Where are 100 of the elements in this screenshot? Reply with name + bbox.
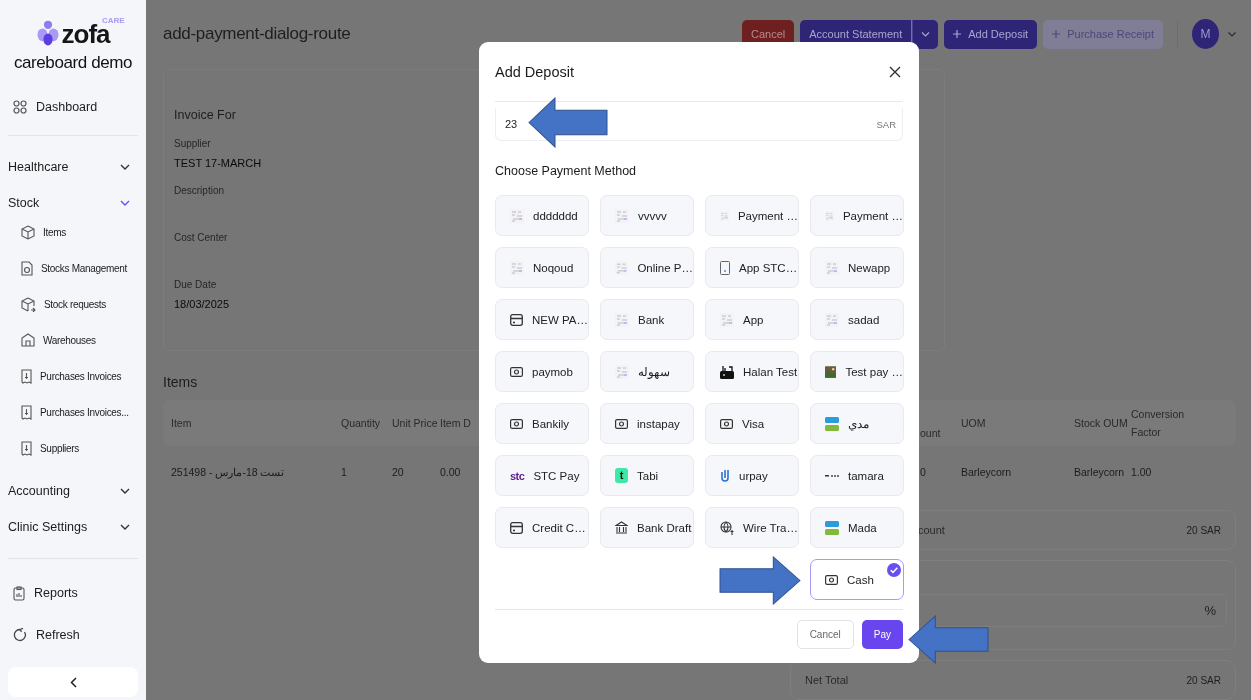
box-icon — [21, 224, 35, 240]
payment-method-option[interactable]: vvvvv — [600, 195, 694, 236]
organization-name: careboard demo — [12, 53, 134, 73]
page-title: add-payment-dialog-route — [163, 24, 351, 45]
logo-thumbnail-icon — [615, 208, 629, 223]
sidebar-group[interactable]: Clinic Settings — [8, 516, 138, 538]
column-header: Stock OUM — [1074, 416, 1129, 432]
sidebar-item[interactable]: Suppliers — [8, 438, 138, 458]
chevron-icon — [120, 488, 130, 494]
payment-method-option[interactable]: سهوله — [600, 351, 694, 392]
mada-logo-icon — [825, 416, 839, 431]
sidebar-group[interactable]: Healthcare — [8, 156, 138, 178]
cash-icon — [510, 418, 523, 429]
sidebar-item[interactable]: Stock requests — [8, 294, 138, 314]
column-header: Unit Price — [392, 416, 439, 432]
payment-method-option[interactable]: paymob — [495, 351, 589, 392]
payment-method-option[interactable]: Wire Tra… — [705, 507, 799, 548]
cash-icon — [825, 574, 838, 585]
sidebar-item[interactable]: Reports — [8, 583, 138, 603]
sidebar-group[interactable]: Accounting — [8, 480, 138, 502]
sidebar-item[interactable]: Refresh — [8, 625, 138, 645]
column-header: UOM — [961, 416, 987, 432]
payment-method-option[interactable]: Payment … — [705, 195, 799, 236]
payment-method-option[interactable]: App STC… — [705, 247, 799, 288]
payment-method-option[interactable]: Bankily — [495, 403, 589, 444]
payment-method-option[interactable]: Payment … — [810, 195, 904, 236]
building-icon — [21, 333, 35, 347]
sidebar-item[interactable]: Warehouses — [8, 330, 138, 350]
logo-tag: CARE — [102, 16, 125, 25]
logo-thumbnail-icon — [720, 312, 734, 327]
logo-thumbnail-icon — [510, 260, 524, 275]
sidebar-item[interactable]: Purchases Invoices — [8, 366, 138, 386]
payment-method-option[interactable]: Visa — [705, 403, 799, 444]
sidebar-item[interactable]: Dashboard — [8, 97, 138, 117]
summary-value: 20 SAR — [1186, 524, 1221, 536]
payment-method-option[interactable]: Bank Draft — [600, 507, 694, 548]
payment-method-option[interactable]: sadad — [810, 299, 904, 340]
checkmark-icon — [887, 563, 901, 577]
field-label: Cost Center — [174, 231, 229, 243]
field-label: Supplier — [174, 137, 212, 149]
avatar[interactable]: M — [1192, 19, 1219, 50]
table-cell-text: 1 — [341, 466, 348, 479]
table-cell-text: 1.00 — [1131, 466, 1153, 479]
payment-method-option[interactable]: Test pay … — [810, 351, 904, 392]
sidebar-item[interactable]: Items — [8, 222, 138, 242]
summary-label: Net Total — [805, 674, 849, 686]
summary-label: count — [918, 524, 945, 536]
chevron-icon — [120, 524, 130, 530]
add-deposit-button[interactable]: Add Deposit — [944, 19, 1038, 49]
payment-method-option[interactable]: instapay — [600, 403, 694, 444]
payment-method-option[interactable]: Bank — [600, 299, 694, 340]
sidebar-group[interactable]: Stock — [8, 192, 138, 214]
column-header: Item D — [440, 416, 472, 432]
payment-method-option[interactable]: Halan Test — [705, 351, 799, 392]
urpay-logo-icon — [720, 468, 730, 483]
payment-method-option[interactable]: Credit C… — [495, 507, 589, 548]
logo-thumbnail-icon — [615, 364, 629, 379]
field-label: Description — [174, 184, 226, 196]
globe-dollar-icon — [720, 520, 734, 535]
clipboard-icon — [13, 585, 25, 601]
chevron-icon — [120, 200, 130, 206]
payment-method-option[interactable]: مدي — [810, 403, 904, 444]
payment-method-option[interactable]: t Tabi — [600, 455, 694, 496]
table-cell-text: 251498 - تست 18-مارس — [171, 466, 286, 479]
sidebar-item[interactable]: Stocks Management — [8, 258, 138, 278]
payment-method-option[interactable]: Noqoud — [495, 247, 589, 288]
payment-method-option[interactable]: App — [705, 299, 799, 340]
payment-method-option[interactable]: Newapp — [810, 247, 904, 288]
table-cell-text: 0.00 — [440, 466, 462, 479]
payment-method-option[interactable]: Mada — [810, 507, 904, 548]
field-value: TEST 17-MARCH — [174, 156, 263, 169]
cash-icon — [615, 418, 628, 429]
cash-icon — [720, 418, 733, 429]
cancel-button[interactable]: Cancel — [796, 620, 854, 649]
dots-logo-icon — [825, 472, 839, 479]
chevron-left-icon — [69, 676, 77, 688]
column-header: Conversion Factor — [1131, 407, 1186, 441]
chevron-icon — [921, 31, 931, 37]
cash-icon — [510, 366, 523, 377]
logo-thumbnail-icon — [510, 208, 524, 223]
field-value: 18/03/2025 — [174, 297, 231, 310]
payment-method-option[interactable]: NEW PA… — [495, 299, 589, 340]
payment-method-option[interactable]: Cash — [810, 559, 904, 600]
column-header: Quantity — [341, 416, 382, 432]
pay-button[interactable]: Pay — [861, 620, 903, 649]
logo-text: zofa — [61, 22, 110, 46]
field-label: Due Date — [174, 278, 218, 290]
plus-icon — [1052, 30, 1061, 39]
dropdown-button[interactable] — [912, 19, 939, 49]
payment-method-option[interactable]: tamara — [810, 455, 904, 496]
payment-method-option[interactable]: urpay — [705, 455, 799, 496]
table-cell-text: Barleycorn — [1074, 466, 1126, 479]
payment-method-option[interactable]: stc STC Pay — [495, 455, 589, 496]
sidebar-item[interactable]: Purchases Invoices... — [8, 402, 138, 422]
photo-thumbnail-icon — [825, 364, 837, 379]
payment-method-option[interactable]: ddddddd — [495, 195, 589, 236]
grid-icon — [13, 100, 27, 114]
phone-icon — [720, 260, 730, 275]
chevron-icon — [1228, 31, 1236, 37]
payment-method-option[interactable]: Online P… — [600, 247, 694, 288]
